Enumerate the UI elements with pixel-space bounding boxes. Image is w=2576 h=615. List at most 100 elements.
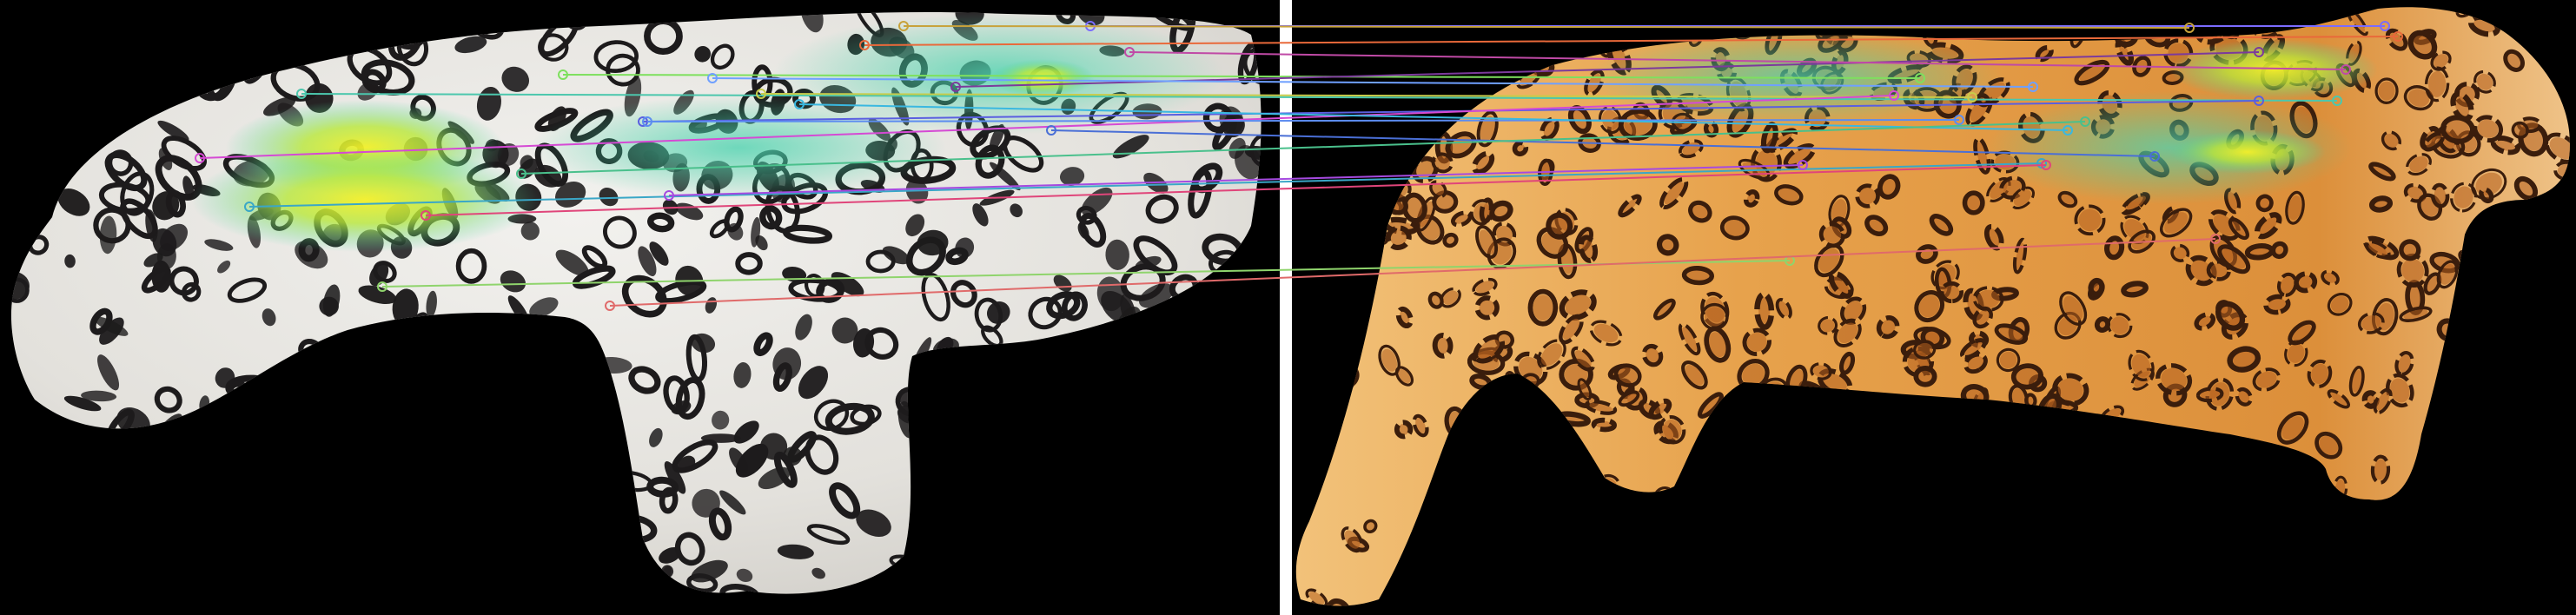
rosette-mark bbox=[347, 380, 368, 405]
rosette-mark bbox=[1995, 417, 2029, 450]
spot-mark bbox=[83, 30, 108, 56]
rosette-mark bbox=[1091, 461, 1118, 499]
rosette-mark bbox=[2275, 534, 2307, 551]
rosette-mark bbox=[1806, 550, 1835, 581]
rosette-mark bbox=[2493, 288, 2518, 311]
rosette-mark bbox=[497, 559, 530, 594]
rosette-mark bbox=[1360, 96, 1381, 121]
rosette-mark bbox=[1066, 599, 1092, 615]
rosette-mark bbox=[1475, 7, 1493, 38]
rosette-mark bbox=[1853, 403, 1889, 423]
rosette-mark bbox=[515, 549, 535, 569]
rosette-mark bbox=[1461, 565, 1482, 585]
rosette-mark bbox=[79, 540, 103, 568]
rosette-mark bbox=[1696, 556, 1712, 574]
rosette-mark bbox=[2430, 182, 2450, 208]
rosette-mark bbox=[1351, 275, 1372, 294]
rosette-mark bbox=[2530, 7, 2559, 31]
rosette-mark bbox=[422, 550, 441, 574]
spot-mark bbox=[251, 526, 275, 545]
spot-mark bbox=[549, 435, 575, 471]
rosette-mark bbox=[1445, 600, 1480, 606]
rosette-mark bbox=[1762, 7, 1794, 20]
rosette-mark bbox=[2520, 236, 2540, 255]
rosette-mark bbox=[1484, 529, 1504, 559]
spot-mark bbox=[83, 579, 114, 594]
rosette-mark bbox=[1533, 489, 1558, 525]
spot-mark bbox=[454, 11, 478, 19]
spot-mark bbox=[46, 11, 70, 28]
rosette-mark bbox=[2528, 411, 2553, 436]
rosette-mark bbox=[2414, 493, 2438, 519]
rosette-mark bbox=[1816, 462, 1841, 489]
spot-mark bbox=[571, 344, 586, 366]
spot-mark bbox=[103, 437, 123, 463]
rosette-mark bbox=[1088, 360, 1114, 381]
rosette-mark bbox=[112, 503, 133, 550]
rosette-mark bbox=[2552, 493, 2570, 528]
rosette-mark bbox=[1295, 15, 1319, 42]
rosette-mark bbox=[2361, 504, 2379, 535]
rosette-mark bbox=[2333, 475, 2348, 502]
rosette-mark bbox=[2159, 550, 2176, 577]
rosette-mark bbox=[2002, 507, 2023, 534]
rosette-mark bbox=[2537, 519, 2557, 546]
rosette-mark bbox=[2473, 539, 2510, 559]
right-image-panel bbox=[1292, 0, 2576, 615]
spot-mark bbox=[68, 438, 100, 473]
rosette-mark bbox=[2300, 508, 2322, 544]
rosette-mark bbox=[2540, 491, 2570, 525]
rosette-mark bbox=[1809, 7, 1841, 21]
spot-mark bbox=[587, 503, 598, 530]
rosette-mark bbox=[1244, 381, 1262, 419]
rosette-mark bbox=[1309, 99, 1330, 129]
rosette-mark bbox=[1887, 430, 1913, 465]
rosette-mark bbox=[338, 335, 363, 365]
spot-mark bbox=[596, 467, 634, 493]
rosette-mark bbox=[2518, 7, 2539, 13]
spot-mark bbox=[1004, 579, 1018, 594]
rosette-mark bbox=[1817, 459, 1850, 489]
rosette-mark bbox=[1071, 602, 1096, 615]
snow-leopard-pelt-image bbox=[10, 11, 1262, 615]
spot-mark bbox=[53, 22, 83, 63]
rosette-mark bbox=[1684, 499, 1711, 518]
spot-mark bbox=[26, 106, 43, 123]
rosette-mark bbox=[1518, 430, 1540, 447]
rosette-mark bbox=[10, 411, 30, 452]
rosette-mark bbox=[2140, 423, 2153, 446]
rosette-mark bbox=[2049, 459, 2082, 485]
spot-mark bbox=[10, 55, 24, 68]
rosette-mark bbox=[1714, 11, 1746, 27]
rosette-mark bbox=[1520, 373, 1540, 390]
rosette-mark bbox=[1957, 577, 1974, 605]
rosette-mark bbox=[2459, 528, 2492, 556]
spot-mark bbox=[311, 476, 336, 487]
rosette-mark bbox=[10, 187, 23, 213]
spot-mark bbox=[381, 390, 402, 426]
rosette-mark bbox=[1324, 77, 1353, 107]
panel-divider bbox=[1280, 0, 1292, 615]
spot-mark bbox=[1025, 460, 1043, 500]
rosette-mark bbox=[1353, 7, 1368, 15]
rosette-mark bbox=[47, 11, 80, 34]
rosette-mark bbox=[2455, 534, 2484, 557]
spot-mark bbox=[1124, 532, 1149, 553]
spot-mark bbox=[77, 592, 115, 615]
leopard-pelt-image bbox=[1295, 7, 2570, 606]
rosette-mark bbox=[1440, 579, 1465, 606]
spot-mark bbox=[1067, 389, 1089, 412]
rosette-mark bbox=[2394, 513, 2427, 545]
rosette-mark bbox=[2490, 357, 2517, 381]
rosette-mark bbox=[2195, 387, 2224, 403]
rosette-mark bbox=[2116, 496, 2147, 532]
spot-mark bbox=[62, 93, 83, 109]
rosette-mark bbox=[1486, 51, 1508, 78]
rosette-mark bbox=[1340, 84, 1360, 105]
rosette-mark bbox=[2093, 13, 2119, 37]
rosette-mark bbox=[2215, 446, 2235, 477]
rosette-mark bbox=[1091, 499, 1131, 519]
rosette-mark bbox=[1567, 571, 1590, 592]
rosette-mark bbox=[1295, 17, 1307, 33]
rosette-mark bbox=[1297, 254, 1321, 279]
